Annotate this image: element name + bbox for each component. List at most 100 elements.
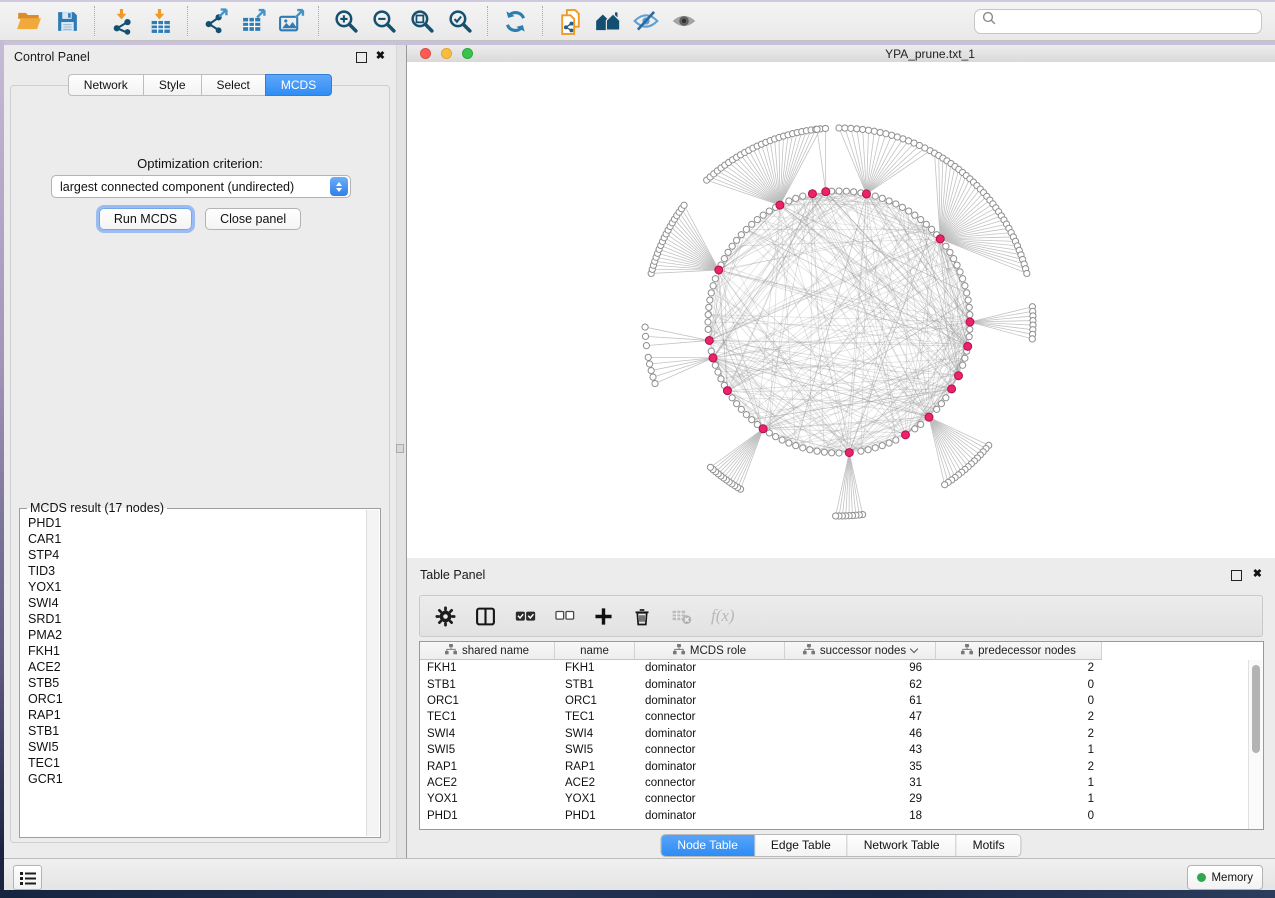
table-row[interactable]: ORC1ORC1dominator610	[420, 693, 1249, 709]
mcds-result-item[interactable]: STB1	[21, 723, 367, 739]
panel-divider-handle[interactable]	[396, 444, 404, 453]
table-row[interactable]: STB1STB1dominator620	[420, 676, 1249, 692]
table-cell: 0	[936, 810, 1102, 822]
import-table-icon[interactable]	[144, 5, 176, 37]
column-header-successor-nodes[interactable]: successor nodes	[785, 642, 936, 660]
mcds-list-scrollbar[interactable]	[366, 510, 379, 836]
maximize-window-icon[interactable]	[462, 48, 473, 59]
table-row[interactable]: FKH1FKH1dominator962	[420, 660, 1249, 676]
mcds-hub-node	[845, 449, 853, 457]
mcds-result-item[interactable]: RAP1	[21, 707, 367, 723]
table-cell: SWI5	[420, 744, 555, 756]
import-network-icon[interactable]	[106, 5, 138, 37]
column-header-name[interactable]: name	[555, 642, 635, 660]
tab-style[interactable]: Style	[143, 74, 201, 96]
tab-network-table[interactable]: Network Table	[848, 835, 957, 856]
table-row[interactable]: ACE2ACE2connector311	[420, 775, 1249, 791]
tab-select[interactable]: Select	[201, 74, 265, 96]
export-image-icon[interactable]	[275, 5, 307, 37]
add-column-icon[interactable]	[594, 607, 613, 626]
table-row[interactable]: SWI5SWI5connector431	[420, 742, 1249, 758]
hide-selected-icon[interactable]	[630, 5, 662, 37]
deselect-all-icon[interactable]	[555, 606, 575, 626]
float-panel-icon[interactable]	[356, 52, 367, 63]
memory-button[interactable]: Memory	[1187, 865, 1263, 890]
table-row[interactable]: TEC1TEC1connector472	[420, 709, 1249, 725]
mcds-result-item[interactable]: STB5	[21, 675, 367, 691]
tab-node-table[interactable]: Node Table	[661, 835, 755, 856]
table-cell: PHD1	[420, 810, 555, 822]
mcds-result-item[interactable]: YOX1	[21, 579, 367, 595]
table-cell: FKH1	[555, 662, 635, 674]
main-toolbar	[0, 2, 1275, 41]
export-table-icon[interactable]	[237, 5, 269, 37]
table-cell: STB1	[420, 679, 555, 691]
mcds-result-item[interactable]: CAR1	[21, 531, 367, 547]
mcds-result-item[interactable]: ACE2	[21, 659, 367, 675]
close-table-panel-icon[interactable]: ✖	[1253, 568, 1262, 581]
column-header-shared-name[interactable]: shared name	[420, 642, 555, 660]
table-scrollbar[interactable]	[1248, 660, 1263, 829]
table-row[interactable]: PHD1PHD1dominator180	[420, 808, 1249, 824]
table-row[interactable]: RAP1RAP1dominator352	[420, 758, 1249, 774]
zoom-out-icon[interactable]	[368, 5, 400, 37]
mcds-result-item[interactable]: PHD1	[21, 515, 367, 531]
tab-edge-table[interactable]: Edge Table	[755, 835, 848, 856]
mcds-result-item[interactable]: SWI4	[21, 595, 367, 611]
search-icon	[982, 11, 997, 31]
delete-column-icon[interactable]	[632, 606, 652, 626]
export-network-icon[interactable]	[199, 5, 231, 37]
zoom-in-icon[interactable]	[330, 5, 362, 37]
show-hidden-icon[interactable]	[668, 5, 700, 37]
save-session-icon[interactable]	[51, 5, 83, 37]
tab-mcds[interactable]: MCDS	[265, 74, 332, 96]
mcds-result-item[interactable]: STP4	[21, 547, 367, 563]
network-window-titlebar[interactable]: YPA_prune.txt_1	[406, 45, 1275, 63]
table-cell: YOX1	[420, 793, 555, 805]
toolbar-separator	[187, 6, 188, 36]
minimize-window-icon[interactable]	[441, 48, 452, 59]
mcds-result-item[interactable]: ORC1	[21, 691, 367, 707]
show-network-overview-icon[interactable]	[592, 5, 624, 37]
mcds-hub-node	[954, 372, 962, 380]
column-header-MCDS-role[interactable]: MCDS role	[635, 642, 785, 660]
mcds-result-item[interactable]: SWI5	[21, 739, 367, 755]
tab-network[interactable]: Network	[68, 74, 143, 96]
search-box[interactable]	[974, 9, 1262, 34]
open-session-icon[interactable]	[13, 5, 45, 37]
search-input[interactable]	[997, 11, 1261, 32]
run-mcds-button[interactable]: Run MCDS	[99, 208, 192, 230]
close-panel-button[interactable]: Close panel	[205, 208, 301, 230]
criterion-dropdown[interactable]: largest connected component (undirected)	[51, 175, 351, 198]
float-table-panel-icon[interactable]	[1231, 570, 1242, 581]
split-panel-icon[interactable]	[475, 606, 496, 627]
table-row[interactable]: YOX1YOX1connector291	[420, 791, 1249, 807]
mcds-result-list[interactable]: PHD1CAR1STP4TID3YOX1SWI4SRD1PMA2FKH1ACE2…	[21, 515, 367, 836]
mcds-result-item[interactable]: TID3	[21, 563, 367, 579]
tab-motifs[interactable]: Motifs	[957, 835, 1021, 856]
close-panel-icon[interactable]: ✖	[376, 50, 385, 63]
task-history-button[interactable]	[13, 865, 42, 890]
refresh-layout-icon[interactable]	[499, 5, 531, 37]
table-scrollbar-thumb[interactable]	[1252, 665, 1260, 753]
mcds-result-item[interactable]: GCR1	[21, 771, 367, 787]
zoom-selected-icon[interactable]	[444, 5, 476, 37]
table-cell: dominator	[635, 695, 785, 707]
control-panel-tabbar: NetworkStyleSelectMCDS	[4, 74, 396, 96]
select-all-icon[interactable]	[515, 606, 536, 627]
criterion-dropdown-value: largest connected component (undirected)	[52, 180, 330, 194]
network-canvas[interactable]	[406, 62, 1275, 558]
mcds-result-item[interactable]: FKH1	[21, 643, 367, 659]
mcds-result-item[interactable]: TEC1	[21, 755, 367, 771]
node-table-header: shared namenameMCDS rolesuccessor nodesp…	[420, 642, 1102, 660]
table-cell: SWI4	[420, 728, 555, 740]
mcds-result-item[interactable]: PMA2	[21, 627, 367, 643]
settings-icon[interactable]	[435, 606, 456, 627]
table-cell: dominator	[635, 662, 785, 674]
column-header-predecessor-nodes[interactable]: predecessor nodes	[936, 642, 1102, 660]
close-window-icon[interactable]	[420, 48, 431, 59]
zoom-fit-icon[interactable]	[406, 5, 438, 37]
mcds-result-item[interactable]: SRD1	[21, 611, 367, 627]
duplicate-network-icon[interactable]	[554, 5, 586, 37]
table-row[interactable]: SWI4SWI4dominator462	[420, 726, 1249, 742]
